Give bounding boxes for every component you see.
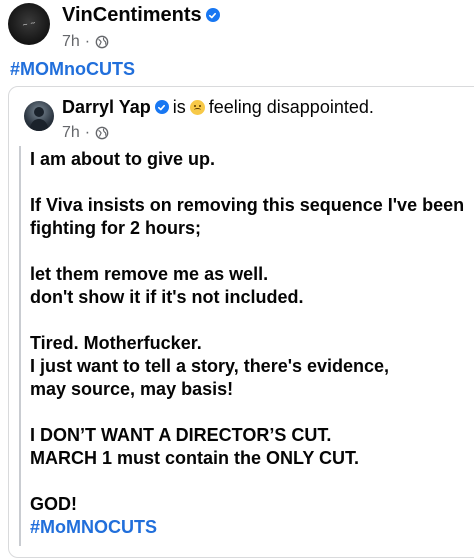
shared-post-author[interactable]: Darryl Yap	[62, 96, 151, 118]
body-line: may source, may basis!	[30, 379, 234, 399]
shared-post-feeling: feeling disappointed.	[208, 97, 374, 117]
shared-post-body: I am about to give up. If Viva insists on…	[30, 148, 474, 539]
shared-post-time[interactable]: 7h	[62, 123, 80, 143]
shared-post-hashtag[interactable]: #MoMNOCUTS	[30, 516, 474, 539]
globe-icon[interactable]	[95, 35, 109, 49]
quote-divider	[19, 146, 21, 546]
verified-badge-icon	[154, 100, 169, 114]
body-line: If Viva insists on removing this sequenc…	[30, 195, 465, 215]
body-line: GOD!	[30, 494, 77, 514]
meta-separator: ·	[84, 124, 91, 141]
post-meta: 7h ·	[62, 32, 109, 52]
globe-icon[interactable]	[95, 126, 109, 140]
shared-post-is: is	[172, 97, 186, 117]
avatar-signature: ~ ~	[21, 18, 37, 30]
disappointed-face-icon	[189, 99, 205, 115]
post-author-name[interactable]: VinCentiments	[62, 3, 202, 27]
avatar[interactable]: ~ ~	[8, 3, 50, 45]
body-line: MARCH 1 must contain the ONLY CUT.	[30, 448, 360, 468]
shared-post-meta: 7h ·	[62, 123, 109, 143]
body-line: I am about to give up.	[30, 149, 216, 169]
body-line: let them remove me as well.	[30, 264, 269, 284]
post-time[interactable]: 7h	[62, 32, 80, 52]
meta-separator: ·	[84, 33, 91, 50]
body-line: Tired. Motherfucker.	[30, 333, 202, 353]
body-line: don't show it if it's not included.	[30, 287, 304, 307]
post-hashtag[interactable]: #MOMnoCUTS	[10, 58, 135, 80]
shared-post-header: Darryl Yap is feeling disappointed.	[62, 96, 374, 118]
body-line: I DON’T WANT A DIRECTOR’S CUT.	[30, 425, 332, 445]
post-author[interactable]: VinCentiments	[62, 3, 220, 27]
body-line: I just want to tell a story, there's evi…	[30, 356, 390, 376]
body-line: fighting for 2 hours;	[30, 218, 201, 238]
verified-badge-icon	[205, 8, 220, 22]
person-silhouette-icon	[29, 107, 49, 131]
shared-post-avatar[interactable]	[24, 101, 54, 131]
